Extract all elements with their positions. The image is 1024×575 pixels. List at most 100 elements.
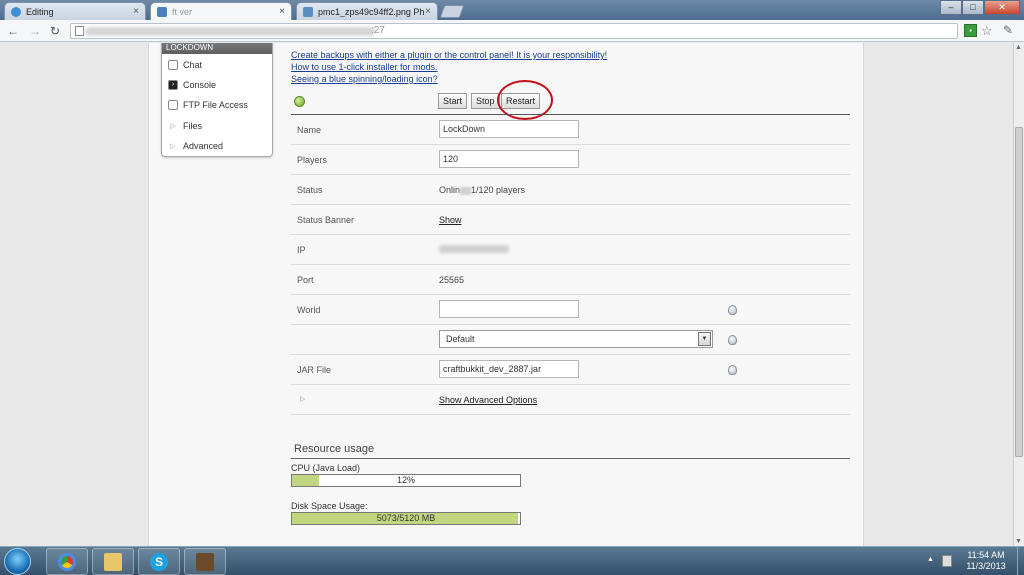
- backup-notice-link[interactable]: Create backups with either a plugin or t…: [291, 50, 607, 60]
- status-banner-row: Status Banner Show: [291, 205, 850, 235]
- expand-arrow-icon: ▷: [170, 143, 176, 150]
- lightbulb-icon[interactable]: [728, 305, 737, 315]
- wrench-icon[interactable]: ✎: [1003, 23, 1013, 37]
- url-text: :27: [371, 25, 385, 36]
- sidebar-item-chat[interactable]: Chat: [168, 58, 202, 72]
- clock-time: 11:54 AM: [967, 550, 1005, 560]
- new-tab-button[interactable]: [439, 5, 465, 18]
- sidebar-item-ftp[interactable]: FTP File Access: [168, 98, 248, 112]
- redacted-ip: [439, 245, 509, 253]
- sidebar-item-label: Files: [183, 121, 203, 131]
- show-hidden-icons-icon[interactable]: ▲: [927, 556, 934, 563]
- chrome-icon: [58, 552, 76, 571]
- tab-image[interactable]: pmc1_zps49c94ff2.png Ph ×: [296, 2, 438, 20]
- ftp-icon: [168, 100, 178, 110]
- extension-icon[interactable]: ▪: [964, 24, 977, 37]
- tab-title: Editing: [26, 6, 54, 17]
- sidebar-item-files[interactable]: ▷ Files: [168, 119, 202, 133]
- expand-arrow-icon[interactable]: ▷: [300, 395, 305, 403]
- close-icon[interactable]: ×: [133, 6, 139, 17]
- page-scrollbar[interactable]: ▲ ▼: [1013, 43, 1024, 546]
- page-viewport: LOCKDOWN Chat › Console FTP File Access …: [0, 43, 1013, 546]
- globe-icon: [11, 6, 21, 17]
- lightbulb-icon[interactable]: [728, 365, 737, 375]
- taskbar-minecraft[interactable]: [184, 548, 226, 575]
- sidebar-item-label: Chat: [183, 60, 203, 70]
- installer-help-link[interactable]: How to use 1-click installer for mods.: [291, 62, 438, 72]
- address-bar[interactable]: :27: [70, 23, 958, 39]
- status-banner-label: Status Banner: [297, 215, 355, 225]
- show-desktop-button[interactable]: [1017, 547, 1024, 575]
- sidebar-header: LOCKDOWN: [162, 43, 272, 54]
- world-select[interactable]: Default ▼: [439, 330, 713, 348]
- window-controls: – □ ✕: [940, 0, 1020, 15]
- page-icon: [157, 6, 167, 17]
- file-explorer-icon: [104, 552, 122, 571]
- scroll-up-icon[interactable]: ▲: [1015, 44, 1022, 51]
- lightbulb-icon[interactable]: [728, 335, 737, 345]
- taskbar-file-explorer[interactable]: [92, 548, 134, 575]
- disk-usage-text: 5073/5120 MB: [376, 513, 436, 523]
- status-row: Status Onlin 1/120 players: [291, 175, 850, 205]
- advanced-options-row: ▷ Show Advanced Options: [291, 385, 850, 415]
- show-advanced-options-link[interactable]: Show Advanced Options: [439, 395, 537, 405]
- notice-link-partial[interactable]: [291, 43, 501, 44]
- show-banner-link[interactable]: Show: [439, 215, 462, 225]
- clock-date: 11/3/2013: [966, 561, 1006, 571]
- close-window-button[interactable]: ✕: [984, 0, 1020, 15]
- world-input[interactable]: [439, 300, 579, 318]
- resource-usage-title: Resource usage: [294, 443, 375, 455]
- sidebar: LOCKDOWN Chat › Console FTP File Access …: [161, 43, 273, 157]
- minimize-button[interactable]: –: [940, 0, 962, 15]
- loading-icon-help-link[interactable]: Seeing a blue spinning/loading icon?: [291, 74, 438, 84]
- players-input[interactable]: [439, 150, 579, 168]
- scroll-down-icon[interactable]: ▼: [1015, 538, 1022, 545]
- name-row: Name: [291, 115, 850, 145]
- server-status-indicator: [294, 96, 305, 107]
- close-icon[interactable]: ×: [425, 6, 431, 17]
- divider: [291, 458, 850, 459]
- ip-label: IP: [297, 245, 306, 255]
- jar-label: JAR File: [297, 365, 332, 375]
- name-label: Name: [297, 125, 322, 135]
- console-icon: ›: [168, 80, 178, 90]
- sidebar-item-advanced[interactable]: ▷ Advanced: [168, 139, 223, 153]
- taskbar-skype[interactable]: S: [138, 548, 180, 575]
- ip-row: IP: [291, 235, 850, 265]
- tab-server[interactable]: ft ver ×: [150, 2, 292, 20]
- network-icon[interactable]: [942, 555, 952, 567]
- tab-title: pmc1_zps49c94ff2.png Ph: [318, 6, 425, 17]
- chat-icon: [168, 60, 178, 70]
- sidebar-item-console[interactable]: › Console: [168, 78, 216, 92]
- control-panel-page: LOCKDOWN Chat › Console FTP File Access …: [148, 43, 864, 546]
- status-label: Status: [297, 185, 323, 195]
- start-button[interactable]: [4, 548, 31, 575]
- star-icon[interactable]: ☆: [981, 23, 993, 39]
- players-label: Players: [297, 155, 328, 165]
- port-row: Port 25565: [291, 265, 850, 295]
- windows-taskbar: S ▲ 11:54 AM 11/3/2013: [0, 546, 1024, 575]
- chevron-down-icon[interactable]: ▼: [698, 332, 711, 346]
- world-select-value: Default: [446, 334, 475, 344]
- server-name-input[interactable]: [439, 120, 579, 138]
- stop-button[interactable]: Stop: [471, 93, 500, 109]
- world-select-row: Default ▼: [291, 325, 850, 355]
- jar-file-input[interactable]: [439, 360, 579, 378]
- browser-toolbar: ← → ↻ :27 ▪ ☆ ✎: [0, 20, 1024, 42]
- system-clock[interactable]: 11:54 AM 11/3/2013: [960, 550, 1012, 572]
- tab-editing[interactable]: Editing ×: [4, 2, 146, 20]
- maximize-button[interactable]: □: [962, 0, 984, 15]
- start-button[interactable]: Start: [438, 93, 468, 109]
- back-icon[interactable]: ←: [7, 24, 19, 38]
- reload-icon[interactable]: ↻: [50, 24, 60, 38]
- forward-icon[interactable]: →: [29, 24, 41, 38]
- scrollbar-thumb[interactable]: [1015, 127, 1023, 457]
- port-value: 25565: [439, 275, 465, 285]
- sidebar-item-label: Advanced: [183, 141, 224, 151]
- close-icon[interactable]: ×: [279, 6, 285, 17]
- redacted-url: [85, 27, 375, 36]
- taskbar-chrome[interactable]: [46, 548, 88, 575]
- page-icon: [75, 26, 84, 36]
- image-icon: [303, 6, 313, 17]
- cpu-usage-bar: 12%: [291, 474, 521, 487]
